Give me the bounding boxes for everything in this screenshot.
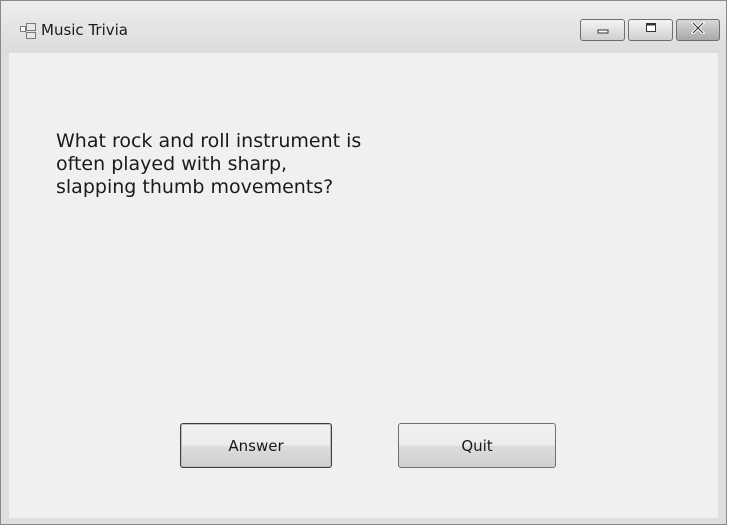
close-button[interactable] xyxy=(676,19,720,41)
window-title: Music Trivia xyxy=(41,21,128,39)
answer-button[interactable]: Answer xyxy=(180,423,332,468)
quit-button[interactable]: Quit xyxy=(398,423,556,468)
caption-buttons xyxy=(580,19,720,41)
minimize-button[interactable] xyxy=(580,19,625,41)
close-icon xyxy=(690,20,706,39)
form-client-area: What rock and roll instrument is often p… xyxy=(9,53,718,518)
question-label: What rock and roll instrument is often p… xyxy=(56,130,362,198)
app-window-icon xyxy=(20,23,36,39)
minimize-icon xyxy=(596,21,610,39)
maximize-button[interactable] xyxy=(628,19,673,41)
title-bar[interactable]: Music Trivia xyxy=(1,1,726,53)
maximize-icon xyxy=(644,21,658,39)
app-window: Music Trivia What rock and roll instrume… xyxy=(0,0,727,525)
